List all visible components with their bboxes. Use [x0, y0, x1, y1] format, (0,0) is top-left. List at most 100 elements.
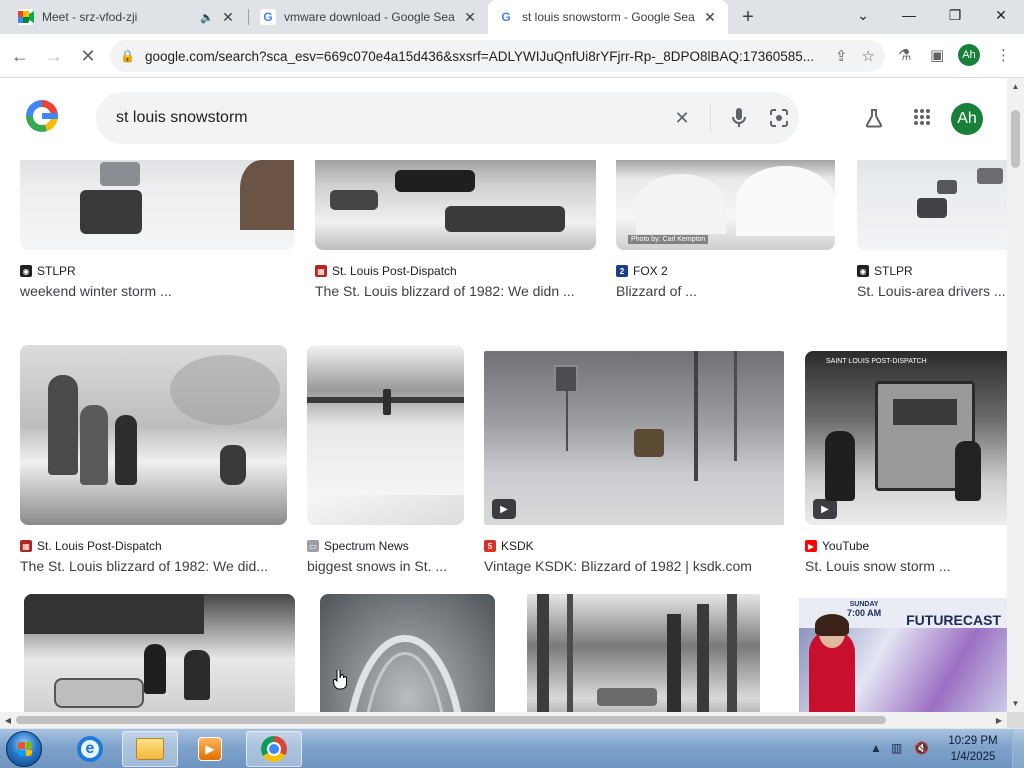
new-tab-button[interactable]: +	[737, 6, 759, 28]
result-source[interactable]: ◉ STLPR	[857, 264, 1007, 278]
taskbar-file-explorer[interactable]	[122, 731, 178, 767]
result-title[interactable]: St. Louis snow storm ...	[805, 558, 1007, 574]
address-bar[interactable]: 🔒 google.com/search?sca_esv=669c070e4a15…	[110, 40, 885, 72]
share-icon[interactable]: ⇪	[835, 47, 848, 65]
result-thumbnail[interactable]	[24, 594, 295, 712]
result-thumbnail[interactable]: SUNDAY 7:00 AM FUTURECAST	[799, 598, 1007, 712]
scroll-up-arrow-icon[interactable]: ▲	[1007, 78, 1024, 95]
result-source[interactable]: 2 FOX 2	[616, 264, 835, 278]
result-source[interactable]: ▶ YouTube	[805, 539, 1007, 553]
image-result-card[interactable]: ▦ St. Louis Post-Dispatch The St. Louis …	[315, 160, 596, 299]
bookmark-star-icon[interactable]: ☆	[862, 47, 875, 65]
result-source[interactable]: 5 KSDK	[484, 539, 784, 553]
result-source[interactable]: ◉ STLPR	[20, 264, 294, 278]
image-result-card[interactable]	[24, 594, 295, 712]
tab-vmware-download[interactable]: G vmware download - Google Sea ✕	[250, 0, 488, 34]
result-source[interactable]: ▦ St. Louis Post-Dispatch	[315, 264, 596, 278]
image-result-card[interactable]: ◉ STLPR St. Louis-area drivers ...	[857, 160, 1007, 299]
futurecast-title: FUTURECAST	[906, 612, 1001, 628]
taskbar-chrome[interactable]	[246, 731, 302, 767]
extensions-icon[interactable]: ⚗	[898, 46, 911, 64]
camera-lens-icon[interactable]	[759, 108, 799, 128]
close-tab-icon[interactable]: ✕	[462, 9, 478, 25]
result-thumbnail[interactable]: SAINT LOUIS POST-DISPATCH ▶	[805, 351, 1007, 525]
restore-button[interactable]: ❐	[932, 0, 978, 30]
clock-time: 10:29 PM	[948, 735, 998, 747]
chrome-icon	[261, 736, 287, 762]
minimize-button[interactable]: —	[886, 0, 932, 30]
google-logo-icon[interactable]	[26, 100, 58, 132]
horizontal-scroll-thumb[interactable]	[16, 716, 886, 724]
taskbar-internet-explorer[interactable]: e	[62, 731, 118, 767]
result-thumbnail[interactable]	[857, 160, 1007, 250]
apps-grid-icon[interactable]	[913, 108, 931, 131]
image-result-card[interactable]: ▦ St. Louis Post-Dispatch The St. Louis …	[20, 345, 287, 574]
tab-search-dropdown[interactable]: ⌄	[840, 0, 886, 30]
result-thumbnail[interactable]	[307, 345, 464, 525]
url-text[interactable]: google.com/search?sca_esv=669c070e4a15d4…	[145, 49, 821, 64]
microphone-icon[interactable]	[719, 108, 759, 128]
result-thumbnail[interactable]	[320, 594, 495, 712]
vertical-scroll-thumb[interactable]	[1011, 110, 1020, 168]
search-box[interactable]: st louis snowstorm ✕	[96, 92, 799, 144]
speaker-muted-icon[interactable]: 🔈	[200, 11, 214, 24]
tab-label: vmware download - Google Sea	[284, 10, 455, 24]
result-thumbnail[interactable]	[527, 594, 760, 712]
image-result-card[interactable]: SAINT LOUIS POST-DISPATCH ▶ ▶ YouTube St…	[805, 345, 1007, 574]
post-dispatch-watermark: SAINT LOUIS POST-DISPATCH	[826, 358, 927, 365]
scroll-down-arrow-icon[interactable]: ▼	[1007, 695, 1024, 712]
tab-meet[interactable]: Meet - srz-vfod-zji 🔈 ✕	[8, 0, 246, 34]
result-title[interactable]: weekend winter storm ...	[20, 283, 294, 299]
volume-muted-icon[interactable]: 🔇	[914, 741, 929, 755]
profile-avatar[interactable]: Ah	[958, 44, 980, 66]
result-source[interactable]: ▭ Spectrum News	[307, 539, 464, 553]
video-play-icon[interactable]: ▶	[813, 499, 837, 519]
forward-arrow-icon[interactable]: →	[40, 42, 68, 70]
video-play-icon[interactable]: ▶	[492, 499, 516, 519]
result-title[interactable]: Blizzard of ...	[616, 283, 835, 299]
image-result-card[interactable]: ◉ STLPR weekend winter storm ...	[20, 160, 294, 299]
side-panel-icon[interactable]: ▣	[930, 46, 944, 64]
result-thumbnail[interactable]: ▶	[484, 351, 784, 525]
result-thumbnail[interactable]	[315, 160, 596, 250]
result-source[interactable]: ▦ St. Louis Post-Dispatch	[20, 539, 287, 553]
show-desktop-button[interactable]	[1012, 729, 1024, 768]
tab-st-louis-snowstorm[interactable]: G st louis snowstorm - Google Sea ✕	[488, 0, 728, 34]
result-title[interactable]: The St. Louis blizzard of 1982: We didn …	[315, 283, 596, 299]
google-account-avatar[interactable]: Ah	[951, 103, 983, 135]
image-results-grid: ◉ STLPR weekend winter storm ... ▦ St. L…	[0, 160, 1007, 712]
system-clock[interactable]: 10:29 PM 1/4/2025	[938, 733, 1008, 765]
image-result-card[interactable]: Photo by: Carl Kempton 2 FOX 2 Blizzard …	[616, 160, 835, 299]
start-button[interactable]	[6, 731, 42, 767]
image-result-card[interactable]	[527, 594, 760, 712]
result-thumbnail[interactable]: Photo by: Carl Kempton	[616, 160, 835, 250]
image-result-card[interactable]: ▶ 5 KSDK Vintage KSDK: Blizzard of 1982 …	[484, 345, 784, 574]
result-title[interactable]: St. Louis-area drivers ...	[857, 283, 1007, 299]
result-title[interactable]: Vintage KSDK: Blizzard of 1982 | ksdk.co…	[484, 558, 784, 574]
menu-kebab-icon[interactable]: ⋮	[996, 46, 1011, 64]
scroll-left-arrow-icon[interactable]: ◀	[0, 712, 16, 728]
back-arrow-icon[interactable]: ←	[6, 42, 34, 70]
labs-flask-icon[interactable]	[864, 108, 884, 133]
result-title[interactable]: The St. Louis blizzard of 1982: We did..…	[20, 558, 287, 574]
result-title[interactable]: biggest snows in St. ...	[307, 558, 464, 574]
scroll-right-arrow-icon[interactable]: ▶	[991, 712, 1007, 728]
image-result-card[interactable]: SUNDAY 7:00 AM FUTURECAST	[799, 598, 1007, 712]
vertical-scrollbar[interactable]: ▲ ▼	[1007, 78, 1024, 712]
stop-loading-button[interactable]: ✕	[74, 42, 102, 70]
image-result-card[interactable]	[320, 594, 495, 712]
search-input[interactable]: st louis snowstorm	[116, 109, 662, 127]
close-tab-icon[interactable]: ✕	[220, 9, 236, 25]
close-window-button[interactable]: ✕	[978, 0, 1024, 30]
horizontal-scrollbar[interactable]: ◀ ▶	[0, 712, 1007, 728]
close-tab-icon[interactable]: ✕	[702, 9, 718, 25]
result-thumbnail[interactable]	[20, 345, 287, 525]
source-name: Spectrum News	[324, 539, 409, 553]
taskbar-media-player[interactable]: ▶	[182, 731, 238, 767]
show-hidden-icons-arrow-icon[interactable]: ▲	[870, 741, 882, 755]
network-icon[interactable]: ▥	[891, 741, 902, 755]
image-result-card[interactable]: ▭ Spectrum News biggest snows in St. ...	[307, 345, 464, 574]
result-thumbnail[interactable]	[20, 160, 294, 250]
clear-search-icon[interactable]: ✕	[662, 108, 702, 129]
lock-icon[interactable]: 🔒	[120, 49, 135, 63]
